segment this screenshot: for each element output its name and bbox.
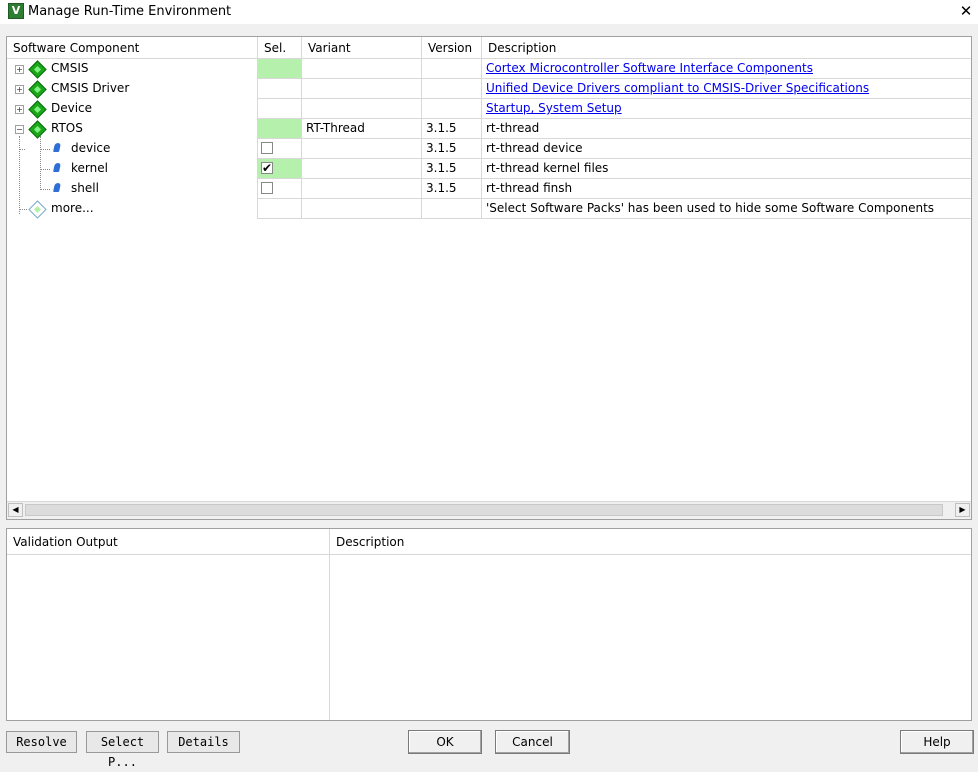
- variant-cell: [302, 59, 422, 79]
- component-gem-icon: [53, 163, 61, 172]
- select-checkbox-checked[interactable]: ✔: [261, 162, 273, 174]
- close-icon[interactable]: ✕: [954, 0, 978, 22]
- help-button[interactable]: Help: [900, 730, 974, 754]
- ok-button[interactable]: OK: [408, 730, 482, 754]
- component-class-icon: [28, 120, 47, 139]
- version-cell: [422, 199, 482, 219]
- description-cell: rt-thread device: [482, 139, 971, 159]
- sel-cell: [258, 199, 302, 219]
- validation-panel: Validation Output Description: [6, 528, 972, 721]
- more-link[interactable]: more...: [47, 199, 257, 219]
- hidden-packs-icon: [28, 200, 47, 219]
- description-cell: rt-thread kernel files: [482, 159, 971, 179]
- header-version[interactable]: Version: [422, 37, 482, 59]
- description-cell: Unified Device Drivers compliant to CMSI…: [482, 79, 971, 99]
- component-class-icon: [28, 100, 47, 119]
- sel-cell: ✔: [258, 159, 302, 179]
- component-name: device: [71, 141, 111, 155]
- window-title: Manage Run-Time Environment: [28, 4, 232, 19]
- version-cell: 3.1.5: [422, 179, 482, 199]
- select-packs-button[interactable]: Select P...: [86, 731, 159, 769]
- software-component-grid: Software Component Sel. Variant Version …: [6, 36, 972, 520]
- header-variant[interactable]: Variant: [302, 37, 422, 59]
- description-cell: rt-thread: [482, 119, 971, 139]
- version-cell: 3.1.5: [422, 119, 482, 139]
- version-cell: 3.1.5: [422, 159, 482, 179]
- component-class-icon: [28, 60, 47, 79]
- description-cell: Startup, System Setup: [482, 99, 971, 119]
- variant-cell: [302, 179, 422, 199]
- component-name: Device: [51, 101, 93, 115]
- app-logo-icon: V: [8, 3, 24, 19]
- description-cell: 'Select Software Packs' has been used to…: [482, 199, 971, 219]
- validation-output-list[interactable]: [7, 555, 329, 720]
- component-gem-icon: [53, 183, 61, 192]
- description-link[interactable]: Startup, System Setup: [486, 101, 622, 115]
- component-name: CMSIS Driver: [51, 81, 130, 95]
- sel-cell[interactable]: [258, 79, 302, 99]
- variant-cell: [302, 99, 422, 119]
- component-name: CMSIS: [51, 61, 89, 75]
- variant-cell: [302, 139, 422, 159]
- header-validation-output[interactable]: Validation Output: [7, 529, 329, 555]
- sel-cell: [258, 179, 302, 199]
- description-cell: rt-thread finsh: [482, 179, 971, 199]
- header-validation-description[interactable]: Description: [330, 529, 971, 555]
- select-checkbox[interactable]: [261, 142, 273, 154]
- version-cell: [422, 99, 482, 119]
- component-name: kernel: [71, 161, 108, 175]
- header-description[interactable]: Description: [482, 37, 971, 59]
- description-cell: Cortex Microcontroller Software Interfac…: [482, 59, 971, 79]
- sel-cell[interactable]: [258, 119, 302, 139]
- expand-plus-icon[interactable]: +: [15, 65, 24, 74]
- variant-cell: [302, 199, 422, 219]
- description-link[interactable]: Cortex Microcontroller Software Interfac…: [486, 61, 813, 75]
- header-sel[interactable]: Sel.: [258, 37, 302, 59]
- component-gem-icon: [53, 143, 61, 152]
- version-cell: 3.1.5: [422, 139, 482, 159]
- component-name: shell: [71, 181, 99, 195]
- version-cell: [422, 59, 482, 79]
- title-bar: V Manage Run-Time Environment ✕: [0, 0, 978, 24]
- component-class-icon: [28, 80, 47, 99]
- sel-cell[interactable]: [258, 59, 302, 79]
- details-button[interactable]: Details: [167, 731, 240, 753]
- description-link[interactable]: Unified Device Drivers compliant to CMSI…: [486, 81, 869, 95]
- variant-cell: [302, 159, 422, 179]
- cancel-button[interactable]: Cancel: [495, 730, 570, 754]
- expand-plus-icon[interactable]: +: [15, 85, 24, 94]
- horizontal-scrollbar[interactable]: ◀ ▶: [7, 501, 971, 519]
- variant-cell[interactable]: RT-Thread: [302, 119, 422, 139]
- variant-cell: [302, 79, 422, 99]
- expand-plus-icon[interactable]: +: [15, 105, 24, 114]
- validation-description-list[interactable]: [330, 555, 971, 720]
- component-name: RTOS: [51, 121, 83, 135]
- version-cell: [422, 79, 482, 99]
- scroll-left-icon[interactable]: ◀: [8, 503, 23, 517]
- scroll-thumb[interactable]: [25, 504, 943, 516]
- select-checkbox[interactable]: [261, 182, 273, 194]
- sel-cell[interactable]: [258, 99, 302, 119]
- sel-cell: [258, 139, 302, 159]
- resolve-button[interactable]: Resolve: [6, 731, 77, 753]
- header-software-component[interactable]: Software Component: [7, 37, 258, 59]
- scroll-right-icon[interactable]: ▶: [955, 503, 970, 517]
- collapse-minus-icon[interactable]: −: [15, 125, 24, 134]
